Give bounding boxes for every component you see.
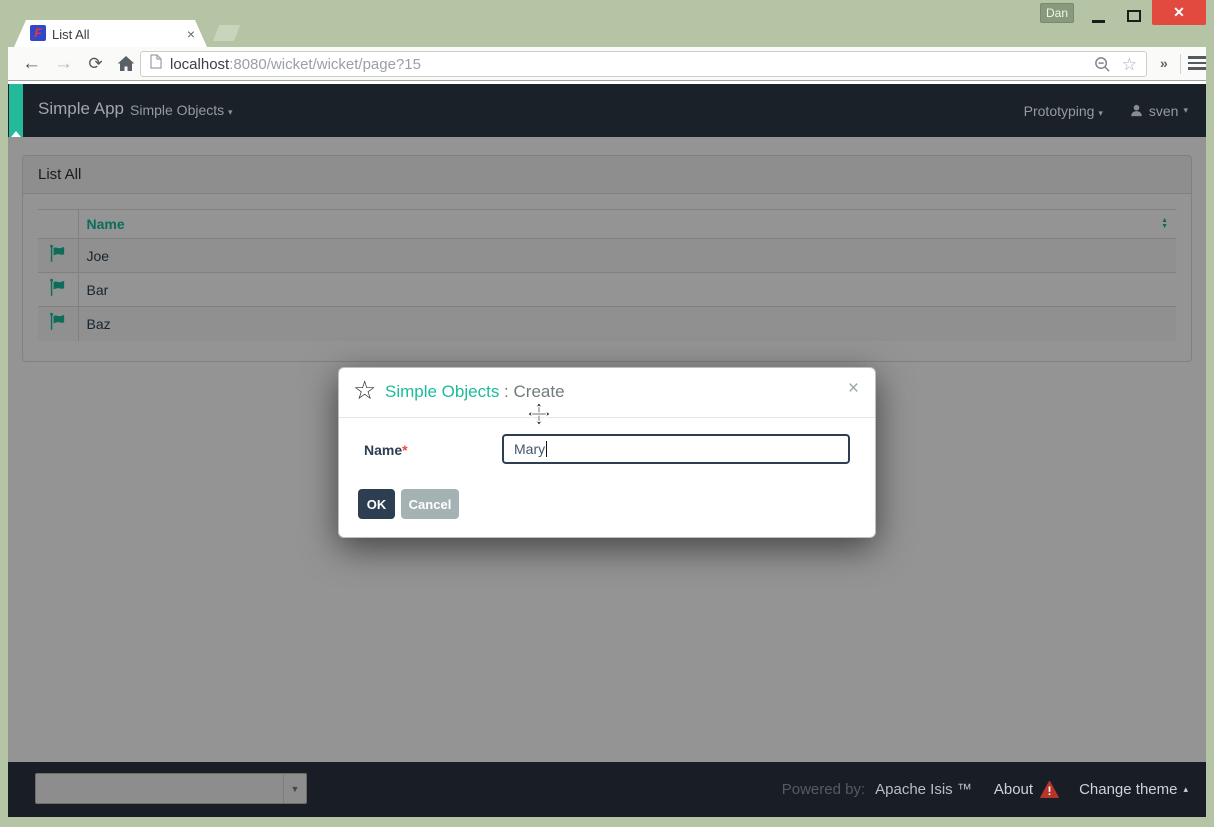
name-input[interactable]: Mary [502, 434, 850, 464]
bookmark-star-icon[interactable]: ☆ [1122, 56, 1137, 73]
app-brand[interactable]: Simple App [38, 99, 124, 119]
maximize-button[interactable] [1118, 5, 1150, 26]
text-cursor [546, 441, 547, 457]
dialog-title: Simple Objects : Create [385, 382, 565, 402]
favicon-icon: F [30, 25, 46, 41]
app-footer: ▼ Powered by: Apache Isis ™ About Change… [8, 762, 1206, 817]
select-arrow-icon: ▼ [283, 774, 306, 803]
menu-prototyping[interactable]: Prototyping ▾ [1024, 103, 1103, 119]
maximize-icon [1127, 10, 1141, 22]
cancel-button[interactable]: Cancel [401, 489, 459, 519]
minimize-button[interactable] [1082, 5, 1114, 26]
tab-close-icon[interactable]: × [187, 26, 195, 42]
theme-select[interactable]: ▼ [35, 773, 307, 804]
url-text: localhost:8080/wicket/wicket/page?15 [170, 56, 421, 73]
apache-isis-link[interactable]: Apache Isis ™ [875, 781, 972, 798]
toolbar-divider [1180, 54, 1181, 74]
brand-stripe [9, 84, 23, 137]
document-icon [150, 54, 162, 74]
browser-tab[interactable]: F List All × [14, 20, 207, 47]
home-icon[interactable] [112, 50, 139, 77]
user-menu[interactable]: sven ▾ [1129, 103, 1188, 119]
close-icon[interactable]: × [848, 378, 859, 400]
name-input-value: Mary [514, 441, 545, 457]
move-cursor-icon [525, 400, 553, 433]
required-marker: * [402, 442, 407, 458]
minimize-icon [1092, 20, 1105, 23]
reload-icon[interactable]: ⟳ [82, 50, 109, 77]
chevron-down-icon: ▾ [228, 107, 233, 117]
close-window-button[interactable]: ✕ [1152, 0, 1206, 25]
menu-icon[interactable] [1188, 56, 1206, 73]
forward-icon[interactable]: → [50, 50, 77, 77]
new-tab-button[interactable] [213, 25, 240, 41]
menu-simple-objects[interactable]: Simple Objects ▾ [130, 102, 233, 118]
app-navbar: Simple App Simple Objects ▾ Prototyping … [8, 84, 1206, 137]
dialog-header[interactable]: ☆ Simple Objects : Create × [339, 368, 875, 418]
browser-profile-button[interactable]: Dan [1040, 3, 1074, 23]
address-bar[interactable]: localhost:8080/wicket/wicket/page?15 ☆ [140, 51, 1147, 77]
user-icon [1129, 103, 1144, 118]
user-name: sven [1149, 103, 1179, 119]
tab-title: List All [52, 27, 90, 42]
zoom-icon[interactable] [1094, 56, 1111, 73]
page-viewport: Simple App Simple Objects ▾ Prototyping … [8, 81, 1206, 817]
change-theme-link[interactable]: Change theme [1079, 781, 1177, 798]
back-icon[interactable]: ← [18, 50, 45, 77]
browser-window: Dan ✕ F List All × ← → ⟳ localhost:8080/… [0, 0, 1214, 827]
about-link[interactable]: About [994, 781, 1033, 798]
extensions-overflow-icon[interactable]: » [1160, 55, 1168, 71]
chevron-up-icon: ▴ [1183, 784, 1188, 795]
chevron-down-icon: ▾ [1183, 105, 1188, 116]
browser-toolbar: ← → ⟳ localhost:8080/wicket/wicket/page?… [8, 47, 1206, 81]
warning-icon[interactable] [1040, 781, 1059, 798]
powered-by-label: Powered by: [782, 781, 865, 798]
create-dialog: ☆ Simple Objects : Create × Name* [338, 367, 876, 538]
ok-button[interactable]: OK [358, 489, 395, 519]
name-field-label: Name* [364, 442, 408, 458]
chevron-down-icon: ▾ [1098, 108, 1103, 118]
star-icon: ☆ [353, 375, 376, 406]
